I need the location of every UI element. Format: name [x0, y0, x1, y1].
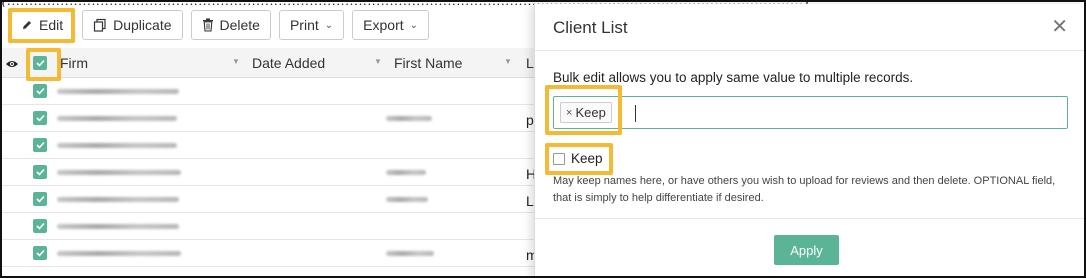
redacted-first-name	[386, 170, 426, 175]
text-cursor	[635, 105, 636, 122]
table-row[interactable]: L	[2, 186, 542, 213]
row-checkbox[interactable]	[33, 138, 47, 152]
delete-label: Delete	[219, 17, 260, 33]
keep-checkbox[interactable]	[553, 152, 565, 165]
select-all-checkbox[interactable]	[33, 56, 47, 70]
chevron-down-icon: ⌄	[324, 19, 334, 31]
keep-checkbox-row[interactable]: Keep	[553, 151, 603, 166]
keep-tag[interactable]: × Keep	[560, 102, 612, 123]
pencil-icon	[23, 21, 31, 29]
duplicate-button[interactable]: Duplicate	[82, 10, 183, 40]
toolbar: Edit Duplicate Delete Print ⌄ Export ⌄	[10, 10, 430, 40]
table-row[interactable]	[2, 132, 542, 159]
records-grid: Firm ▼ Date Added ▼ First Name ▼ L p H L…	[2, 48, 542, 267]
redacted-firm	[57, 116, 177, 121]
table-row[interactable]: p	[2, 105, 542, 132]
sort-icon[interactable]: ▼	[374, 57, 382, 66]
redacted-firm	[57, 143, 177, 148]
duplicate-icon	[94, 18, 106, 32]
edit-label: Edit	[39, 17, 64, 33]
column-last-name[interactable]: L	[526, 55, 534, 71]
redacted-firm	[57, 197, 179, 202]
export-label: Export	[363, 17, 404, 33]
sort-icon[interactable]: ▼	[504, 57, 512, 66]
chevron-down-icon: ⌄	[409, 19, 419, 31]
tag-input[interactable]: × Keep	[553, 96, 1068, 129]
last-name-cell: p	[526, 112, 534, 128]
bulk-edit-panel: Client List ✕ Bulk edit allows you to ap…	[534, 4, 1084, 276]
redacted-firm	[57, 170, 181, 175]
table-row[interactable]: m	[2, 240, 542, 267]
grid-header: Firm ▼ Date Added ▼ First Name ▼ L	[2, 48, 542, 78]
trash-icon	[202, 18, 213, 32]
bulk-edit-info: Bulk edit allows you to apply same value…	[553, 70, 914, 85]
field-help-text: May keep names here, or have others you …	[553, 175, 1056, 204]
print-label: Print	[289, 17, 319, 33]
redacted-firm	[57, 224, 179, 229]
redacted-first-name	[386, 116, 432, 121]
row-checkbox[interactable]	[33, 165, 47, 179]
redacted-first-name	[386, 197, 428, 202]
row-checkbox[interactable]	[33, 192, 47, 206]
table-row[interactable]	[2, 78, 542, 105]
app-frame: (.......................................…	[0, 0, 1086, 278]
redacted-firm	[57, 89, 179, 94]
keep-checkbox-label: Keep	[571, 151, 603, 166]
column-firm[interactable]: Firm	[60, 55, 88, 71]
eye-icon[interactable]	[5, 56, 19, 72]
close-icon[interactable]: ✕	[1051, 14, 1068, 39]
table-row[interactable]: H	[2, 159, 542, 186]
redacted-firm	[57, 251, 181, 256]
footer-divider	[535, 218, 1084, 219]
apply-button[interactable]: Apply	[774, 235, 839, 265]
row-checkbox[interactable]	[33, 84, 47, 98]
tag-label: Keep	[575, 105, 606, 120]
row-checkbox[interactable]	[33, 219, 47, 233]
row-checkbox[interactable]	[33, 111, 47, 125]
export-button[interactable]: Export ⌄	[352, 10, 430, 40]
edit-button[interactable]: Edit	[10, 10, 75, 40]
panel-title: Client List	[553, 18, 628, 37]
column-date-added[interactable]: Date Added	[252, 55, 325, 71]
duplicate-label: Duplicate	[113, 17, 172, 33]
row-checkbox[interactable]	[33, 246, 47, 260]
last-name-cell: L	[526, 193, 534, 209]
divider	[535, 50, 1084, 51]
table-row[interactable]	[2, 213, 542, 240]
delete-button[interactable]: Delete	[190, 10, 271, 40]
redacted-first-name	[386, 251, 434, 256]
sort-icon[interactable]: ▼	[232, 57, 240, 66]
remove-tag-icon[interactable]: ×	[566, 107, 572, 119]
print-button[interactable]: Print ⌄	[278, 10, 345, 40]
column-first-name[interactable]: First Name	[394, 55, 462, 71]
